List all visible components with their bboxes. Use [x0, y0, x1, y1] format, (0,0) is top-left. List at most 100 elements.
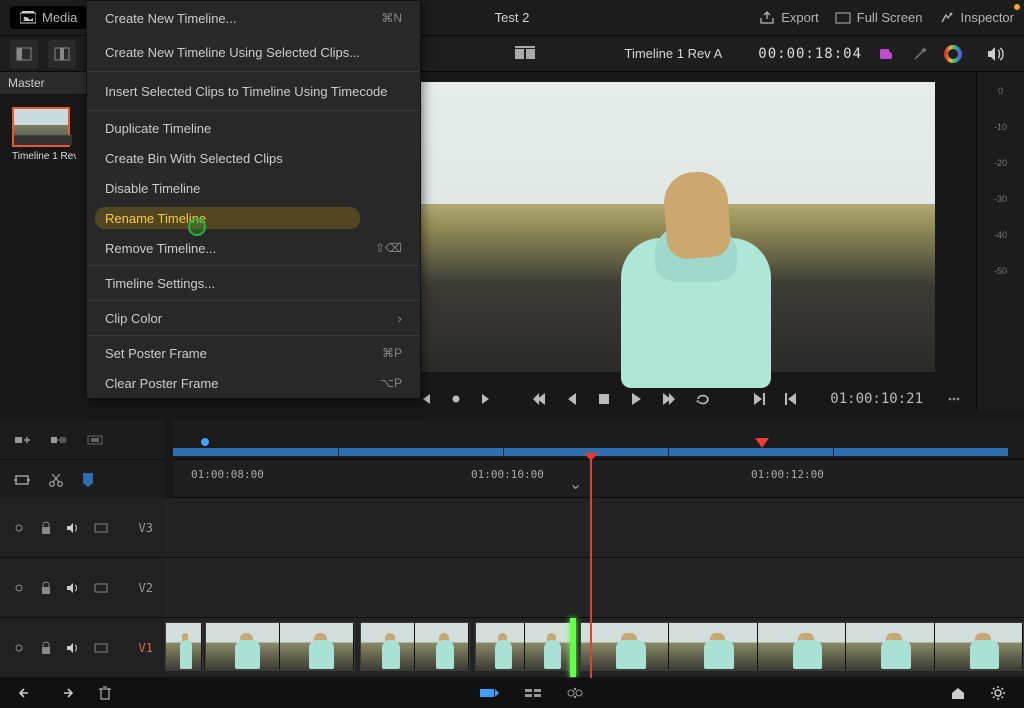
menu-set-poster-frame[interactable]: Set Poster Frame⌘P [87, 338, 420, 368]
inspector-label: Inspector [961, 10, 1014, 25]
video-enable-icon[interactable] [94, 522, 108, 534]
lock-icon[interactable] [40, 641, 52, 655]
transport-menu-icon[interactable] [947, 392, 961, 406]
clip-segment[interactable] [165, 622, 203, 671]
clip-segment[interactable] [205, 622, 355, 671]
stop-icon[interactable] [597, 392, 611, 406]
track-header-v1[interactable]: V1 [0, 618, 165, 678]
ruler-tick-0: 01:00:08:00 [191, 468, 264, 481]
marker-dot-icon[interactable] [451, 394, 461, 404]
track-lane-v3[interactable] [165, 498, 1024, 558]
fusion-page-icon[interactable] [566, 685, 584, 701]
redo-icon[interactable] [58, 686, 74, 700]
ruler-tick-2: 01:00:12:00 [751, 468, 824, 481]
timeline-navbar[interactable] [173, 420, 1024, 460]
go-start-icon[interactable] [531, 392, 547, 406]
ruler-tick-1: 01:00:10:00 [471, 468, 544, 481]
wand-icon[interactable] [912, 46, 928, 62]
transport-timecode[interactable]: 01:00:10:21 [830, 391, 923, 407]
project-title: Test 2 [495, 10, 530, 25]
bypass-fx-icon[interactable] [878, 46, 896, 62]
panel-toggle-mid[interactable] [48, 40, 76, 68]
loop-icon[interactable] [695, 392, 713, 406]
edit-page-icon[interactable] [524, 686, 542, 700]
menu-insert-clips-timecode[interactable]: Insert Selected Clips to Timeline Using … [87, 74, 420, 108]
settings-icon[interactable] [990, 685, 1006, 701]
menu-remove-timeline[interactable]: Remove Timeline...⇧⌫ [87, 233, 420, 263]
edit-point-marker[interactable] [570, 618, 576, 677]
audio-icon[interactable] [66, 642, 80, 654]
replace-clip-icon[interactable] [86, 433, 104, 447]
fullscreen-button[interactable]: Full Screen [835, 10, 923, 25]
step-back-icon[interactable] [565, 392, 579, 406]
cut-page-icon[interactable] [478, 685, 500, 701]
menu-create-new-timeline[interactable]: Create New Timeline...⌘N [87, 1, 420, 35]
go-end-icon[interactable] [661, 392, 677, 406]
media-icon [20, 11, 36, 25]
jump-prev-icon[interactable] [784, 392, 798, 406]
timeline-toolbar-left [0, 420, 165, 500]
media-label: Media [42, 10, 77, 25]
cursor-indicator [188, 218, 206, 236]
link-icon[interactable] [12, 641, 26, 655]
menu-clip-color[interactable]: Clip Color› [87, 303, 420, 333]
timeline-name[interactable]: Timeline 1 Rev A [625, 46, 723, 61]
video-enable-icon[interactable] [94, 642, 108, 654]
prev-edit-icon[interactable] [421, 393, 433, 405]
blade-tool-icon[interactable] [48, 472, 64, 488]
marker-icon[interactable] [82, 472, 94, 488]
notification-dot [1014, 4, 1020, 10]
timeline-ruler[interactable]: 01:00:08:00 01:00:10:00 01:00:12:00 ⌄ [173, 460, 1024, 498]
mute-button[interactable] [978, 45, 1014, 63]
inspector-icon [939, 11, 955, 25]
track-lane-v1[interactable] [165, 618, 1024, 678]
viewer-timecode[interactable]: 00:00:18:04 [758, 46, 862, 62]
audio-icon[interactable] [66, 522, 80, 534]
link-icon[interactable] [12, 581, 26, 595]
export-icon [759, 11, 775, 25]
selection-tool-icon[interactable] [14, 473, 30, 487]
panel-toggle-left[interactable] [10, 40, 38, 68]
playhead[interactable] [590, 460, 592, 678]
timeline-context-menu: Create New Timeline...⌘N Create New Time… [86, 0, 421, 399]
preview-viewer[interactable] [421, 82, 935, 372]
insert-clip-icon[interactable] [14, 433, 32, 447]
home-icon[interactable] [950, 686, 966, 700]
track-lane-v2[interactable] [165, 558, 1024, 618]
inspector-button[interactable]: Inspector [939, 10, 1014, 25]
play-icon[interactable] [629, 392, 643, 406]
menu-create-bin-selected[interactable]: Create Bin With Selected Clips [87, 143, 420, 173]
lock-icon[interactable] [40, 581, 52, 595]
clip-segment[interactable] [580, 622, 1024, 671]
thumb-caption: Timeline 1 Rev A [12, 151, 76, 162]
page-nav-bar [0, 678, 1024, 708]
menu-create-new-timeline-selected[interactable]: Create New Timeline Using Selected Clips… [87, 35, 420, 69]
track-header-v3[interactable]: V3 [0, 498, 165, 558]
trash-icon[interactable] [98, 685, 112, 701]
menu-clear-poster-frame[interactable]: Clear Poster Frame⌥P [87, 368, 420, 398]
link-icon[interactable] [12, 521, 26, 535]
fullscreen-icon [835, 12, 851, 24]
timeline-tracks: V3 V2 V1 [0, 498, 1024, 678]
ruler-dropdown-icon[interactable]: ⌄ [569, 474, 582, 494]
clip-segment[interactable] [360, 622, 470, 671]
menu-timeline-settings[interactable]: Timeline Settings... [87, 268, 420, 298]
media-pool-button[interactable]: Media [10, 6, 87, 29]
export-button[interactable]: Export [759, 10, 819, 25]
next-edit-icon[interactable] [479, 393, 491, 405]
menu-rename-timeline[interactable]: Rename Timeline [87, 203, 420, 233]
color-wheel-icon[interactable] [944, 45, 962, 63]
viewer-mode-button[interactable] [511, 40, 539, 68]
jump-next-icon[interactable] [752, 392, 766, 406]
menu-duplicate-timeline[interactable]: Duplicate Timeline [87, 113, 420, 143]
video-enable-icon[interactable] [94, 582, 108, 594]
overwrite-clip-icon[interactable] [50, 433, 68, 447]
track-header-v2[interactable]: V2 [0, 558, 165, 618]
fullscreen-label: Full Screen [857, 10, 923, 25]
audio-icon[interactable] [66, 582, 80, 594]
clip-segment[interactable] [475, 622, 575, 671]
undo-icon[interactable] [18, 686, 34, 700]
timeline-thumb[interactable]: Timeline 1 Rev A [12, 107, 76, 162]
menu-disable-timeline[interactable]: Disable Timeline [87, 173, 420, 203]
lock-icon[interactable] [40, 521, 52, 535]
